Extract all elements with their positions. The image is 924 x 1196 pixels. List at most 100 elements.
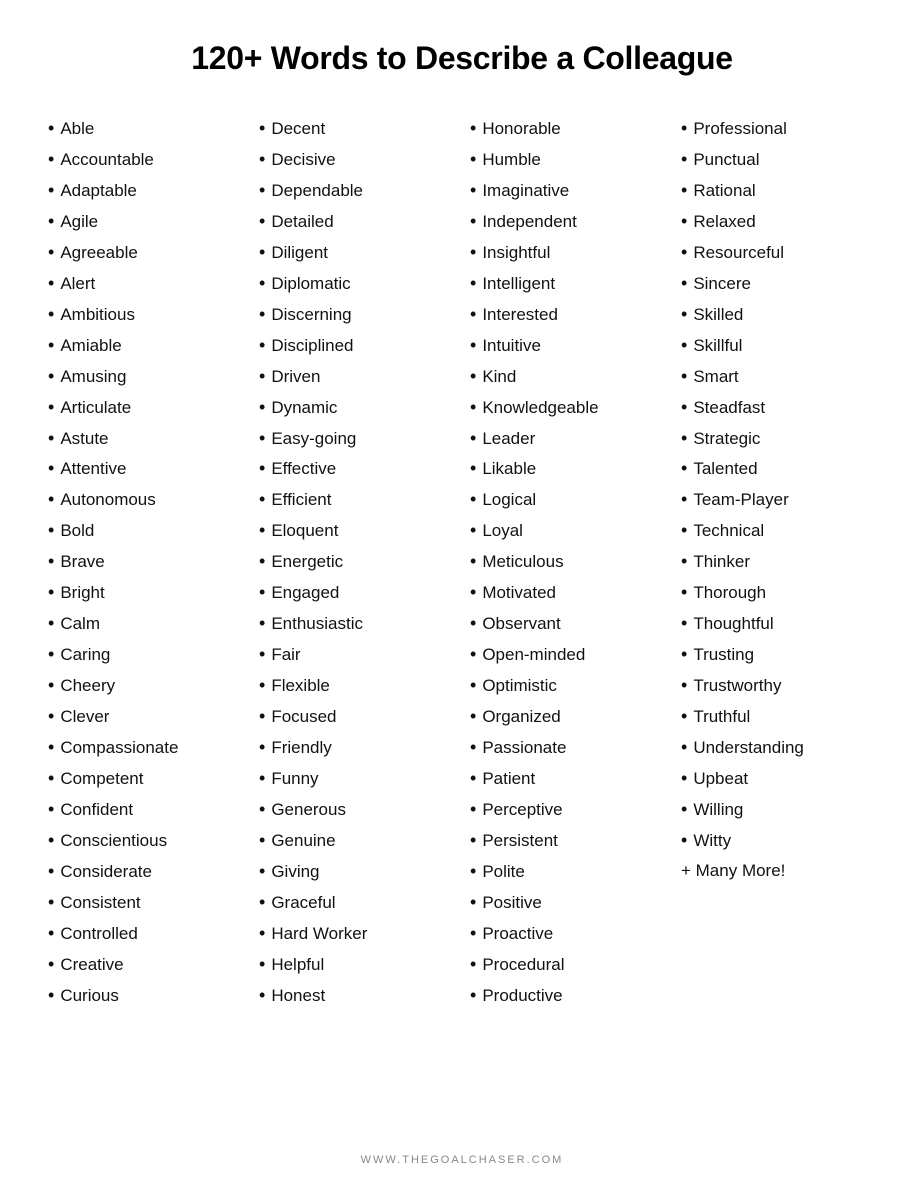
list-item: Dynamic bbox=[259, 392, 454, 423]
list-item: Agreeable bbox=[48, 237, 243, 268]
page-title: 120+ Words to Describe a Colleague bbox=[191, 40, 732, 77]
list-item: Thorough bbox=[681, 577, 876, 608]
list-item: Enthusiastic bbox=[259, 608, 454, 639]
list-item: Persistent bbox=[470, 825, 665, 856]
list-item: Competent bbox=[48, 763, 243, 794]
list-item: Positive bbox=[470, 887, 665, 918]
column-3: HonorableHumbleImaginativeIndependentIns… bbox=[462, 113, 673, 1011]
list-item: Genuine bbox=[259, 825, 454, 856]
list-item: Hard Worker bbox=[259, 918, 454, 949]
list-item: Skillful bbox=[681, 330, 876, 361]
list-item: Punctual bbox=[681, 144, 876, 175]
list-item: Focused bbox=[259, 701, 454, 732]
list-item: Observant bbox=[470, 608, 665, 639]
list-item: Able bbox=[48, 113, 243, 144]
list-item: Agile bbox=[48, 206, 243, 237]
list-item: Witty bbox=[681, 825, 876, 856]
list-item: Smart bbox=[681, 361, 876, 392]
list-item: Thinker bbox=[681, 546, 876, 577]
list-item: Caring bbox=[48, 639, 243, 670]
list-item: Compassionate bbox=[48, 732, 243, 763]
list-item: Procedural bbox=[470, 949, 665, 980]
list-item: Diligent bbox=[259, 237, 454, 268]
list-item: Friendly bbox=[259, 732, 454, 763]
list-item: Trustworthy bbox=[681, 670, 876, 701]
list-item: Detailed bbox=[259, 206, 454, 237]
list-item: Adaptable bbox=[48, 175, 243, 206]
list-item: Honest bbox=[259, 980, 454, 1011]
list-item: Driven bbox=[259, 361, 454, 392]
list-item: Brave bbox=[48, 546, 243, 577]
list-item: Cheery bbox=[48, 670, 243, 701]
list-item: Meticulous bbox=[470, 546, 665, 577]
list-item: Eloquent bbox=[259, 515, 454, 546]
list-item: Clever bbox=[48, 701, 243, 732]
list-item: Sincere bbox=[681, 268, 876, 299]
list-item: Productive bbox=[470, 980, 665, 1011]
list-item: Diplomatic bbox=[259, 268, 454, 299]
list-item: Ambitious bbox=[48, 299, 243, 330]
list-item: Trusting bbox=[681, 639, 876, 670]
list-item: Motivated bbox=[470, 577, 665, 608]
list-item: Helpful bbox=[259, 949, 454, 980]
list-item: Curious bbox=[48, 980, 243, 1011]
list-item: Energetic bbox=[259, 546, 454, 577]
list-item: Easy-going bbox=[259, 423, 454, 454]
list-item: Amiable bbox=[48, 330, 243, 361]
list-item: Interested bbox=[470, 299, 665, 330]
column-4: ProfessionalPunctualRationalRelaxedResou… bbox=[673, 113, 884, 1011]
list-item: Accountable bbox=[48, 144, 243, 175]
list-item: Skilled bbox=[681, 299, 876, 330]
list-item: Efficient bbox=[259, 484, 454, 515]
list-item: Generous bbox=[259, 794, 454, 825]
column-1: AbleAccountableAdaptableAgileAgreeableAl… bbox=[40, 113, 251, 1011]
column-2: DecentDecisiveDependableDetailedDiligent… bbox=[251, 113, 462, 1011]
list-item: Kind bbox=[470, 361, 665, 392]
list-item: Humble bbox=[470, 144, 665, 175]
list-item: Discerning bbox=[259, 299, 454, 330]
list-item: Controlled bbox=[48, 918, 243, 949]
list-item: Confident bbox=[48, 794, 243, 825]
list-item: Consistent bbox=[48, 887, 243, 918]
list-item: Loyal bbox=[470, 515, 665, 546]
list-item: Optimistic bbox=[470, 670, 665, 701]
list-item: Graceful bbox=[259, 887, 454, 918]
list-item: Thoughtful bbox=[681, 608, 876, 639]
list-item: Likable bbox=[470, 453, 665, 484]
list-item: Open-minded bbox=[470, 639, 665, 670]
list-item: Calm bbox=[48, 608, 243, 639]
list-item: Considerate bbox=[48, 856, 243, 887]
list-item: Knowledgeable bbox=[470, 392, 665, 423]
list-item: Funny bbox=[259, 763, 454, 794]
list-item: Patient bbox=[470, 763, 665, 794]
footer-url: WWW.THEGOALCHASER.COM bbox=[361, 1124, 564, 1166]
list-item: Articulate bbox=[48, 392, 243, 423]
list-item: Disciplined bbox=[259, 330, 454, 361]
list-item: Understanding bbox=[681, 732, 876, 763]
list-item: Perceptive bbox=[470, 794, 665, 825]
list-item: Steadfast bbox=[681, 392, 876, 423]
list-item: Upbeat bbox=[681, 763, 876, 794]
list-item: Truthful bbox=[681, 701, 876, 732]
list-item: Effective bbox=[259, 453, 454, 484]
word-columns: AbleAccountableAdaptableAgileAgreeableAl… bbox=[40, 113, 884, 1011]
list-item: Independent bbox=[470, 206, 665, 237]
list-item: Imaginative bbox=[470, 175, 665, 206]
list-item: Flexible bbox=[259, 670, 454, 701]
list-item: Bold bbox=[48, 515, 243, 546]
list-item: Rational bbox=[681, 175, 876, 206]
list-item: Amusing bbox=[48, 361, 243, 392]
list-item: Bright bbox=[48, 577, 243, 608]
list-item: Team-Player bbox=[681, 484, 876, 515]
plus-more-label: + Many More! bbox=[681, 856, 876, 885]
list-item: Giving bbox=[259, 856, 454, 887]
list-item: Alert bbox=[48, 268, 243, 299]
list-item: Intelligent bbox=[470, 268, 665, 299]
list-item: Willing bbox=[681, 794, 876, 825]
list-item: Decisive bbox=[259, 144, 454, 175]
list-item: Relaxed bbox=[681, 206, 876, 237]
list-item: Leader bbox=[470, 423, 665, 454]
list-item: Attentive bbox=[48, 453, 243, 484]
list-item: Conscientious bbox=[48, 825, 243, 856]
list-item: Honorable bbox=[470, 113, 665, 144]
